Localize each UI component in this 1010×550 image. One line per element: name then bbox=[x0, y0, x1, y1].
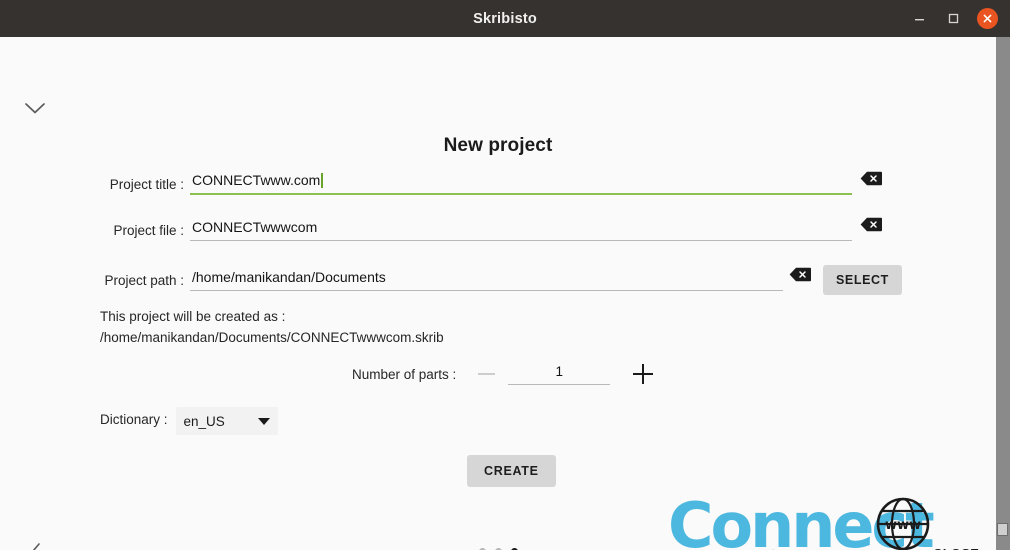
collapse-panel-button[interactable] bbox=[22, 95, 48, 121]
globe-www-icon: www bbox=[876, 497, 930, 550]
project-file-label: Project file : bbox=[113, 223, 184, 238]
text-cursor bbox=[321, 173, 323, 188]
number-of-parts-value: 1 bbox=[555, 364, 564, 379]
application-window: Skribisto New project Project title: CO… bbox=[0, 0, 1010, 550]
project-path-clear-button[interactable] bbox=[789, 267, 811, 291]
watermark-logo: Connect www .com bbox=[668, 489, 935, 550]
project-title-input[interactable]: CONNECTwww.com bbox=[190, 172, 852, 195]
number-of-parts-label: Number of parts : bbox=[352, 366, 457, 382]
project-title-row: Project title : CONNECTwww.com bbox=[100, 171, 900, 195]
dictionary-value: en_US bbox=[183, 413, 225, 429]
maximize-button[interactable] bbox=[936, 0, 970, 37]
field-underline bbox=[190, 193, 852, 195]
field-underline bbox=[190, 290, 783, 291]
field-underline bbox=[190, 240, 852, 241]
project-file-input[interactable]: CONNECTwwwcom bbox=[190, 219, 852, 241]
decrement-parts-button[interactable] bbox=[472, 363, 500, 385]
create-project-button[interactable]: CREATE bbox=[467, 455, 556, 487]
close-button[interactable] bbox=[970, 0, 1004, 37]
project-title-label: Project title : bbox=[109, 177, 184, 192]
close-overlay-button[interactable]: CLOSE bbox=[933, 546, 979, 550]
project-path-value: /home/manikandan/Documents bbox=[192, 269, 386, 285]
watermark-brand: Connect bbox=[668, 489, 935, 550]
dictionary-label: Dictionary : bbox=[100, 412, 168, 427]
created-as-line-2: /home/manikandan/Documents/CONNECTwwwcom… bbox=[100, 330, 444, 345]
field-underline bbox=[508, 384, 611, 385]
number-of-parts-row: Number of parts : 1 bbox=[352, 361, 658, 387]
project-path-label: Project path : bbox=[104, 273, 184, 288]
window-title: Skribisto bbox=[473, 10, 537, 27]
number-of-parts-input[interactable]: 1 bbox=[508, 363, 611, 385]
maximize-icon bbox=[948, 13, 958, 24]
page-title: New project bbox=[443, 135, 553, 156]
erase-icon bbox=[860, 217, 882, 232]
dictionary-row: Dictionary : en_US bbox=[100, 407, 278, 435]
svg-text:www: www bbox=[885, 518, 921, 533]
select-path-button[interactable]: SELECT bbox=[823, 265, 902, 295]
project-path-row: Project path : /home/manikandan/Document… bbox=[100, 265, 1000, 295]
window-controls bbox=[902, 0, 1004, 37]
chevron-down-icon bbox=[25, 102, 45, 113]
scrollbar-thumb[interactable] bbox=[997, 523, 1008, 536]
window-right-scrollbar[interactable] bbox=[996, 37, 1010, 550]
project-title-clear-button[interactable] bbox=[860, 171, 882, 195]
dictionary-select[interactable]: en_US bbox=[175, 407, 278, 435]
minimize-button[interactable] bbox=[902, 0, 936, 37]
project-path-input[interactable]: /home/manikandan/Documents bbox=[190, 269, 783, 291]
created-as-line-1: This project will be created as : bbox=[100, 309, 286, 324]
minimize-icon bbox=[914, 19, 924, 21]
minus-icon bbox=[477, 373, 495, 375]
project-file-row: Project file : CONNECTwwwcom bbox=[100, 217, 900, 241]
chevron-down-icon bbox=[257, 417, 270, 425]
project-title-value: CONNECTwww.com bbox=[192, 172, 321, 188]
close-icon bbox=[976, 8, 998, 29]
project-file-value: CONNECTwwwcom bbox=[192, 219, 318, 235]
created-as-info: This project will be created as : /home/… bbox=[100, 306, 444, 348]
project-file-clear-button[interactable] bbox=[860, 217, 882, 241]
title-bar: Skribisto bbox=[0, 0, 1010, 37]
erase-icon bbox=[789, 267, 811, 282]
erase-icon bbox=[860, 171, 882, 186]
main-content: New project Project title : CONNECTwww.c… bbox=[0, 37, 996, 550]
increment-parts-button[interactable] bbox=[628, 361, 658, 387]
